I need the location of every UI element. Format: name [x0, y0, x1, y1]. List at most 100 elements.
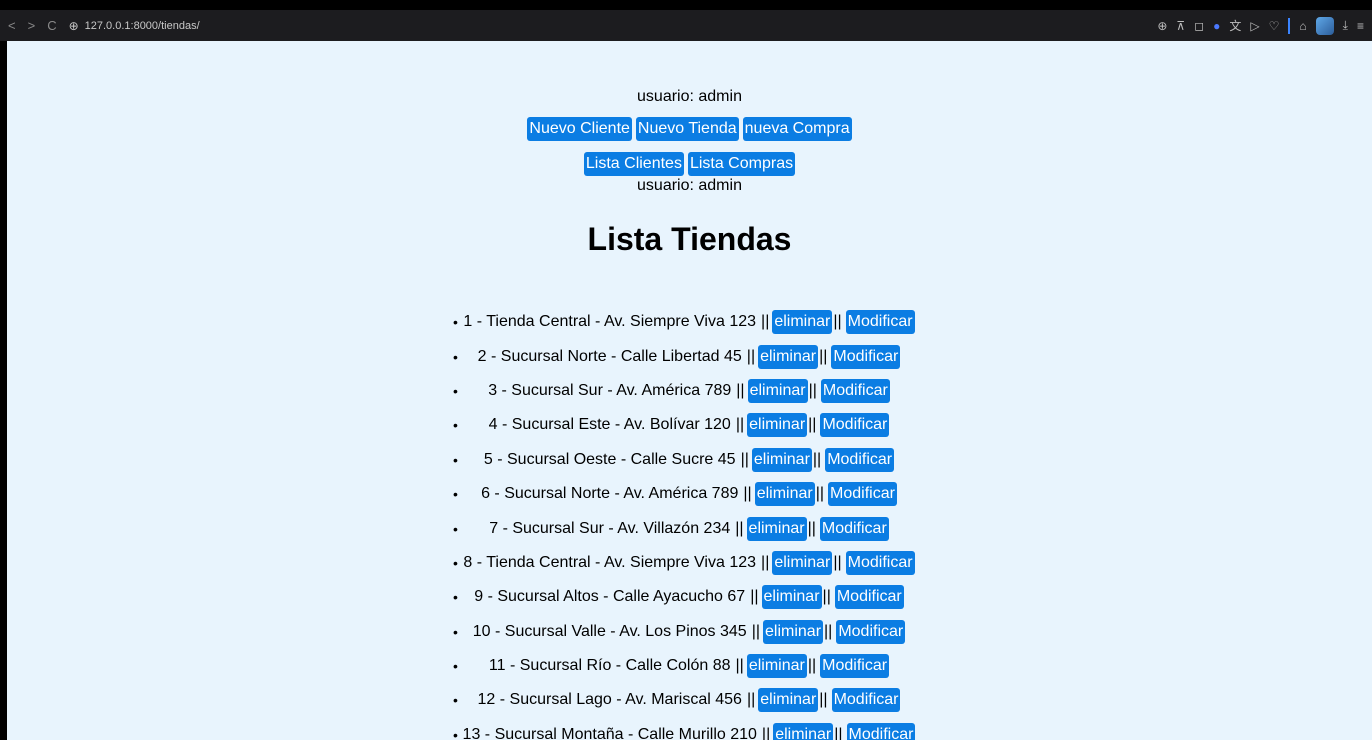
edit-store-button[interactable]: Modificar: [825, 447, 895, 472]
list-item: • 1 - Tienda Central - Av. Siempre Viva 1…: [7, 305, 1372, 339]
edit-store-button[interactable]: Modificar: [820, 654, 890, 679]
purchase-list-button[interactable]: Lista Compras: [687, 152, 796, 176]
url-text: 127.0.0.1:8000/tiendas/: [84, 19, 200, 32]
edit-store-button[interactable]: Modificar: [831, 344, 901, 369]
store-label: 3 - Sucursal Sur - Av. América 789: [488, 381, 732, 399]
delete-store-button[interactable]: eliminar: [754, 482, 815, 507]
separator: ||: [819, 347, 828, 365]
address-bar[interactable]: ⊕ 127.0.0.1:8000/tiendas/: [69, 19, 200, 33]
bullet-icon: •: [453, 658, 458, 675]
edit-store-button[interactable]: Modificar: [836, 619, 906, 644]
nav-row-primary: Nuevo Cliente Nuevo Tienda nueva Compra: [7, 117, 1372, 141]
bullet-icon: •: [453, 451, 458, 468]
edit-store-button[interactable]: Modificar: [845, 310, 915, 335]
page-title: Lista Tiendas: [587, 221, 792, 257]
back-button[interactable]: <: [8, 18, 16, 33]
edit-store-button[interactable]: Modificar: [831, 688, 901, 713]
delete-store-button[interactable]: eliminar: [758, 688, 819, 713]
nav-row-secondary: Lista Clientes Lista Compras: [7, 152, 1372, 176]
edit-store-button[interactable]: Modificar: [846, 722, 916, 740]
store-label: 7 - Sucursal Sur - Av. Villazón 234: [489, 519, 731, 537]
delete-store-button[interactable]: eliminar: [763, 619, 824, 644]
list-item: • 10 - Sucursal Valle - Av. Los Pinos 345…: [7, 615, 1372, 649]
menu-icon[interactable]: ≡: [1357, 19, 1364, 33]
browser-extensions: ⊕ ⊼ ◻ ● 文 ▷ ♡ ⌂ ⤓ ≡: [1157, 16, 1364, 35]
forward-button[interactable]: >: [28, 18, 36, 33]
separator: ||: [822, 588, 831, 606]
new-store-button[interactable]: Nuevo Tienda: [635, 117, 739, 141]
delete-store-button[interactable]: eliminar: [772, 310, 833, 335]
list-item: • 11 - Sucursal Río - Calle Colón 88 || eli…: [7, 649, 1372, 683]
list-item: • 3 - Sucursal Sur - Av. América 789 || eli…: [7, 374, 1372, 408]
store-label: 1 - Tienda Central - Av. Siempre Viva 12…: [463, 313, 757, 331]
store-list: • 1 - Tienda Central - Av. Siempre Viva 1…: [7, 305, 1372, 740]
user-label-bottom: usuario: admin: [637, 177, 742, 194]
bullet-icon: •: [453, 520, 458, 537]
separator: ||: [807, 657, 817, 675]
edit-store-button[interactable]: Modificar: [819, 516, 889, 541]
store-label: 11 - Sucursal Río - Calle Colón 88: [488, 657, 731, 675]
separator: ||: [833, 553, 842, 571]
store-label: 8 - Tienda Central - Av. Siempre Viva 12…: [463, 553, 757, 571]
zoom-icon[interactable]: ⊕: [1157, 19, 1167, 33]
bullet-icon: •: [453, 314, 458, 331]
list-item: • 4 - Sucursal Este - Av. Bolívar 120 || el…: [7, 408, 1372, 442]
edit-store-button[interactable]: Modificar: [820, 378, 890, 403]
separator: ||: [746, 347, 756, 365]
separator: ||: [812, 450, 822, 468]
new-purchase-button[interactable]: nueva Compra: [742, 117, 852, 141]
separator: ||: [761, 313, 770, 331]
screen-top-strip: [0, 0, 1372, 10]
delete-store-button[interactable]: eliminar: [751, 447, 812, 472]
separator: ||: [740, 450, 749, 468]
delete-store-button[interactable]: eliminar: [773, 722, 834, 740]
delete-store-button[interactable]: eliminar: [747, 378, 808, 403]
client-list-button[interactable]: Lista Clientes: [583, 152, 684, 176]
delete-store-button[interactable]: eliminar: [761, 585, 822, 610]
separator: ||: [743, 485, 752, 503]
reload-button[interactable]: C: [47, 18, 56, 33]
list-item: • 5 - Sucursal Oeste - Calle Sucre 45 || el…: [7, 443, 1372, 477]
browser-toolbar: < > C ⊕ 127.0.0.1:8000/tiendas/ ⊕ ⊼ ◻ ● …: [0, 10, 1372, 41]
store-label: 13 - Sucursal Montaña - Calle Murillo 21…: [462, 725, 757, 740]
bullet-icon: •: [453, 417, 458, 434]
edit-store-button[interactable]: Modificar: [834, 585, 904, 610]
delete-store-button[interactable]: eliminar: [758, 344, 819, 369]
separator: ||: [808, 416, 817, 434]
translate-icon[interactable]: 文: [1229, 17, 1241, 34]
separator: ||: [761, 725, 771, 740]
separator: ||: [824, 622, 833, 640]
edit-store-button[interactable]: Modificar: [820, 413, 890, 438]
delete-store-button[interactable]: eliminar: [747, 413, 808, 438]
bullet-icon: •: [453, 726, 458, 740]
bullet-icon: •: [453, 348, 458, 365]
delete-store-button[interactable]: eliminar: [772, 550, 833, 575]
store-label: 2 - Sucursal Norte - Calle Libertad 45: [477, 347, 742, 365]
separator: ||: [735, 519, 744, 537]
list-item: • 2 - Sucursal Norte - Calle Libertad 45 |…: [7, 339, 1372, 373]
new-client-button[interactable]: Nuevo Cliente: [527, 117, 632, 141]
delete-store-button[interactable]: eliminar: [746, 654, 807, 679]
separator: ||: [746, 691, 756, 709]
list-item: • 13 - Sucursal Montaña - Calle Murillo 2…: [7, 718, 1372, 740]
separator: ||: [833, 313, 842, 331]
play-icon[interactable]: ▷: [1250, 19, 1259, 33]
heart-icon[interactable]: ♡: [1269, 19, 1280, 33]
separator: ||: [750, 588, 759, 606]
download-icon[interactable]: ⤓: [1343, 18, 1348, 33]
toolbar-divider: [1288, 17, 1291, 34]
list-item: • 8 - Tienda Central - Av. Siempre Viva 1…: [7, 546, 1372, 580]
store-label: 4 - Sucursal Este - Av. Bolívar 120: [488, 416, 731, 434]
list-item: • 12 - Sucursal Lago - Av. Mariscal 456 ||…: [7, 683, 1372, 717]
edit-store-button[interactable]: Modificar: [828, 482, 897, 507]
edit-store-button[interactable]: Modificar: [845, 550, 915, 575]
extensions-icon[interactable]: ⌂: [1299, 19, 1306, 33]
profile-avatar[interactable]: [1315, 16, 1334, 35]
shield-icon[interactable]: ●: [1213, 19, 1220, 33]
pin-icon[interactable]: ⊼: [1176, 19, 1185, 33]
delete-store-button[interactable]: eliminar: [746, 516, 807, 541]
store-label: 5 - Sucursal Oeste - Calle Sucre 45: [483, 450, 736, 468]
store-label: 10 - Sucursal Valle - Av. Los Pinos 345: [472, 622, 747, 640]
screenshot-icon[interactable]: ◻: [1194, 19, 1204, 33]
user-label-top: usuario: admin: [637, 88, 742, 105]
